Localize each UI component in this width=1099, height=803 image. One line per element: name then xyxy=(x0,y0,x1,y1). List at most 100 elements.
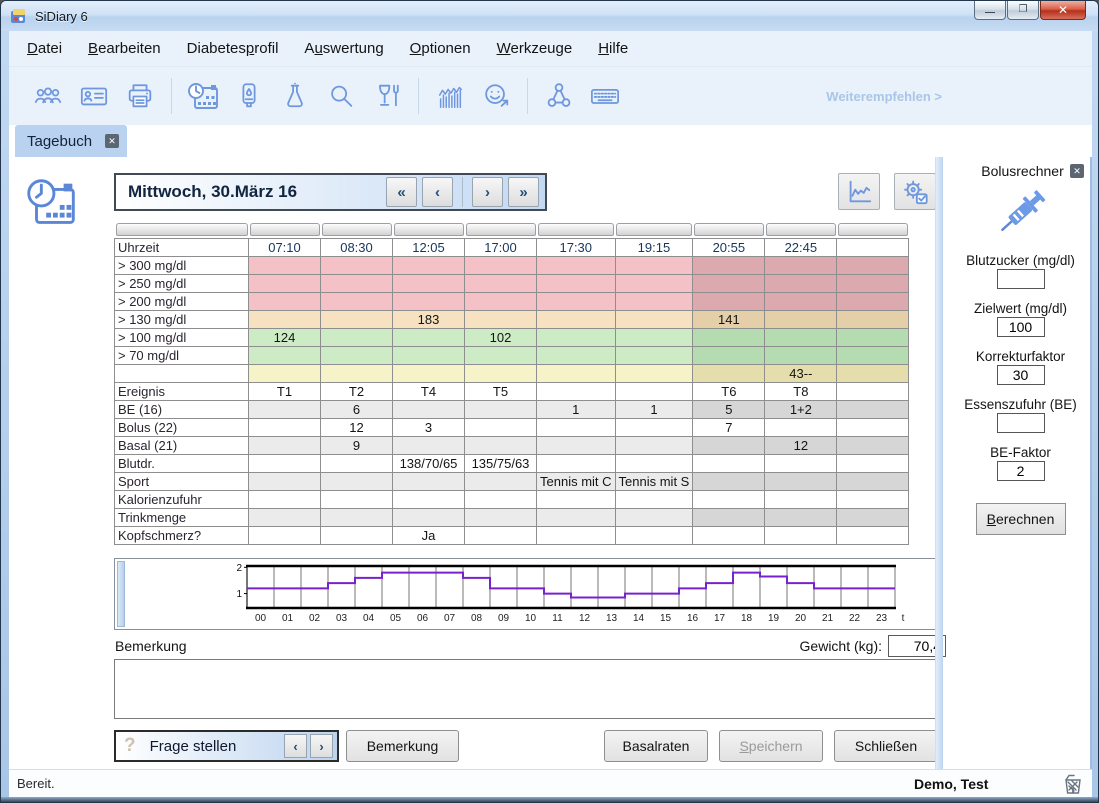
question-next-button[interactable]: › xyxy=(310,734,333,758)
diary-cell[interactable] xyxy=(765,454,837,472)
diary-cell[interactable]: T2 xyxy=(321,382,393,400)
diary-cell[interactable] xyxy=(765,508,837,526)
diary-cell[interactable] xyxy=(837,418,909,436)
maximize-button[interactable]: ❐ xyxy=(1007,1,1039,20)
first-day-button[interactable]: « xyxy=(386,177,417,207)
target-value-input[interactable] xyxy=(997,317,1045,337)
diary-cell[interactable] xyxy=(249,454,321,472)
diary-cell[interactable] xyxy=(837,328,909,346)
basal-rates-button[interactable]: Basalraten xyxy=(604,730,708,762)
diary-cell[interactable]: 135/75/63 xyxy=(465,454,537,472)
diary-cell[interactable] xyxy=(321,364,393,382)
diary-cell[interactable] xyxy=(615,346,693,364)
diary-cell[interactable] xyxy=(249,490,321,508)
diary-cell[interactable] xyxy=(249,274,321,292)
diary-cell[interactable] xyxy=(537,310,616,328)
diary-cell[interactable]: 7 xyxy=(693,418,765,436)
menu-item-auswertung[interactable]: Auswertung xyxy=(304,40,383,57)
diary-cell[interactable] xyxy=(249,364,321,382)
diary-cell[interactable] xyxy=(465,346,537,364)
minimize-button[interactable]: — xyxy=(974,1,1006,20)
share-icon[interactable] xyxy=(536,75,582,117)
remark-button[interactable]: Bemerkung xyxy=(346,730,459,762)
diary-cell[interactable] xyxy=(321,328,393,346)
diary-cell[interactable] xyxy=(321,508,393,526)
ask-question-panel[interactable]: ? Frage stellen ‹ › xyxy=(114,730,339,762)
diary-cell[interactable] xyxy=(321,490,393,508)
diary-cell[interactable] xyxy=(693,364,765,382)
diary-cell[interactable] xyxy=(615,310,693,328)
diary-cell[interactable] xyxy=(837,472,909,490)
diary-cell[interactable]: 138/70/65 xyxy=(393,454,465,472)
diary-cell[interactable]: 102 xyxy=(465,328,537,346)
diary-cell[interactable] xyxy=(465,436,537,454)
sidebar-splitter[interactable] xyxy=(935,157,943,769)
settings-button[interactable] xyxy=(894,173,936,210)
diary-cell[interactable]: Ja xyxy=(393,526,465,544)
diary-cell[interactable] xyxy=(393,490,465,508)
diary-cell[interactable] xyxy=(393,292,465,310)
bolus-panel-close-icon[interactable]: ✕ xyxy=(1070,164,1084,178)
diary-cell[interactable] xyxy=(321,454,393,472)
diary-cell[interactable] xyxy=(249,418,321,436)
diary-cell[interactable] xyxy=(765,328,837,346)
food-drink-icon[interactable] xyxy=(364,75,410,117)
diary-cell[interactable] xyxy=(465,274,537,292)
diary-cell[interactable] xyxy=(615,526,693,544)
remark-textarea[interactable] xyxy=(114,659,938,719)
diary-cell[interactable] xyxy=(615,274,693,292)
diary-cell[interactable] xyxy=(615,292,693,310)
menu-item-optionen[interactable]: Optionen xyxy=(410,40,471,57)
recommend-link[interactable]: Weiterempfehlen > xyxy=(826,89,942,104)
diary-cell[interactable] xyxy=(537,526,616,544)
diary-cell[interactable] xyxy=(465,508,537,526)
diary-cell[interactable] xyxy=(615,418,693,436)
diary-cell[interactable] xyxy=(465,310,537,328)
diary-cell[interactable] xyxy=(249,256,321,274)
diary-cell[interactable]: 1 xyxy=(615,400,693,418)
tab-tagebuch[interactable]: Tagebuch ✕ xyxy=(15,125,127,157)
diary-cell[interactable] xyxy=(537,382,616,400)
column-header-button[interactable] xyxy=(616,223,692,236)
diary-cell[interactable] xyxy=(615,364,693,382)
column-header-button[interactable] xyxy=(250,223,320,236)
diary-cell[interactable] xyxy=(321,274,393,292)
diary-cell[interactable] xyxy=(537,256,616,274)
diary-cell[interactable] xyxy=(765,490,837,508)
diary-cell[interactable] xyxy=(249,346,321,364)
diary-cell[interactable] xyxy=(465,490,537,508)
diary-cell[interactable] xyxy=(321,346,393,364)
column-header-button[interactable] xyxy=(394,223,464,236)
diary-cell[interactable] xyxy=(249,292,321,310)
diary-cell[interactable] xyxy=(249,400,321,418)
diary-cell[interactable] xyxy=(393,508,465,526)
trend-chart-button[interactable] xyxy=(838,173,880,210)
diary-cell[interactable] xyxy=(537,490,616,508)
diary-cell[interactable]: T5 xyxy=(465,382,537,400)
diary-cell[interactable] xyxy=(837,526,909,544)
column-header-button[interactable] xyxy=(116,223,248,236)
diary-cell[interactable] xyxy=(765,256,837,274)
smiley-export-icon[interactable] xyxy=(473,75,519,117)
diary-cell[interactable] xyxy=(765,274,837,292)
diary-cell[interactable] xyxy=(693,256,765,274)
diary-cell[interactable] xyxy=(615,328,693,346)
diary-cell[interactable] xyxy=(537,418,616,436)
diary-cell[interactable] xyxy=(393,436,465,454)
column-header-button[interactable] xyxy=(466,223,536,236)
diary-calendar-icon[interactable] xyxy=(180,75,226,117)
column-header-button[interactable] xyxy=(694,223,764,236)
diary-cell[interactable] xyxy=(537,292,616,310)
diary-cell[interactable]: 3 xyxy=(393,418,465,436)
menu-item-datei[interactable]: Datei xyxy=(27,40,62,57)
diary-cell[interactable] xyxy=(615,508,693,526)
diary-cell[interactable] xyxy=(837,508,909,526)
diary-cell[interactable] xyxy=(837,292,909,310)
diary-cell[interactable] xyxy=(837,256,909,274)
diary-cell[interactable] xyxy=(765,292,837,310)
menu-item-diabetesprofil[interactable]: Diabetesprofil xyxy=(187,40,279,57)
diary-cell[interactable]: T1 xyxy=(249,382,321,400)
diary-cell[interactable] xyxy=(693,526,765,544)
previous-day-button[interactable]: ‹ xyxy=(422,177,453,207)
next-day-button[interactable]: › xyxy=(472,177,503,207)
